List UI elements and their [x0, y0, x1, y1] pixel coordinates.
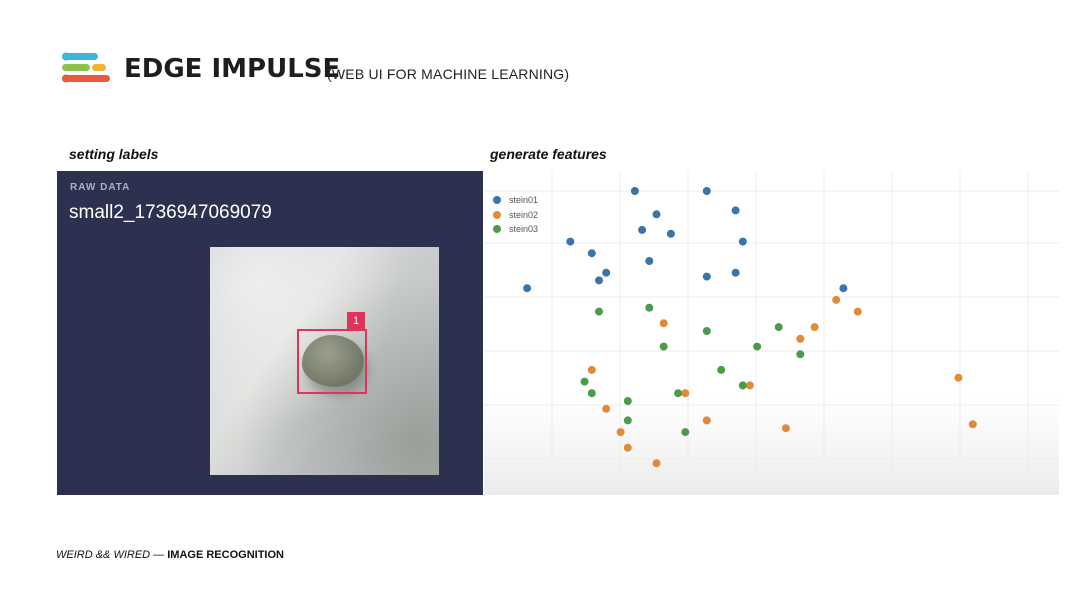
data-point-stein01[interactable] [566, 237, 575, 246]
data-point-stein01[interactable] [731, 268, 740, 277]
data-point-stein03[interactable] [645, 303, 654, 312]
data-point-stein03[interactable] [623, 416, 632, 425]
legend-item-stein03[interactable]: stein03 [493, 222, 538, 237]
data-point-stein01[interactable] [702, 272, 711, 281]
data-point-stein03[interactable] [659, 342, 668, 351]
data-point-stein01[interactable] [595, 276, 603, 285]
data-point-stein03[interactable] [738, 381, 747, 390]
legend-item-stein02[interactable]: stein02 [493, 208, 538, 223]
chart-legend: stein01 stein02 stein03 [493, 193, 538, 237]
page-subtitle: (WEB UI FOR MACHINE LEARNING) [327, 66, 570, 82]
data-point-stein01[interactable] [630, 187, 639, 195]
bounding-box[interactable] [297, 329, 367, 394]
data-point-stein02[interactable] [702, 416, 711, 425]
legend-label: stein02 [509, 209, 539, 220]
data-point-stein03[interactable] [623, 397, 632, 405]
generate-features-caption: generate features [490, 146, 607, 162]
legend-label: stein01 [509, 195, 539, 206]
data-point-stein03[interactable] [580, 377, 589, 386]
data-point-stein03[interactable] [595, 307, 603, 316]
data-point-stein01[interactable] [731, 206, 740, 215]
data-point-stein03[interactable] [717, 365, 726, 374]
data-point-stein03[interactable] [753, 342, 762, 351]
data-point-stein02[interactable] [745, 381, 754, 390]
data-point-stein03[interactable] [702, 327, 711, 335]
feature-explorer-chart: stein01 stein02 stein03 [484, 171, 1059, 495]
data-point-stein02[interactable] [652, 459, 661, 468]
raw-data-header: RAW DATA [70, 182, 131, 193]
sample-image: 1 [210, 247, 439, 475]
data-point-stein02[interactable] [616, 428, 625, 437]
data-point-stein01[interactable] [602, 268, 611, 277]
footer-section: IMAGE RECOGNITION [167, 549, 284, 561]
page-title: EDGE IMPULSE [124, 54, 341, 84]
legend-item-stein01[interactable]: stein01 [493, 193, 538, 208]
raw-data-panel: RAW DATA small2_1736947069079 1 [57, 171, 483, 495]
data-point-stein01[interactable] [638, 225, 647, 234]
data-point-stein01[interactable] [587, 249, 596, 258]
data-point-stein01[interactable] [523, 284, 532, 293]
data-point-stein02[interactable] [810, 323, 819, 332]
data-point-stein02[interactable] [602, 404, 611, 413]
legend-dot-icon [493, 196, 501, 205]
data-point-stein01[interactable] [645, 257, 654, 265]
legend-dot-icon [493, 225, 501, 234]
data-point-stein02[interactable] [587, 365, 596, 374]
data-point-stein01[interactable] [652, 210, 661, 219]
data-point-stein02[interactable] [659, 319, 668, 328]
data-point-stein01[interactable] [738, 237, 747, 246]
footer: WEIRD && WIRED — IMAGE RECOGNITION [56, 549, 284, 561]
data-point-stein02[interactable] [968, 420, 977, 429]
sample-filename: small2_1736947069079 [69, 202, 272, 223]
legend-dot-icon [493, 210, 501, 219]
data-point-stein02[interactable] [681, 389, 690, 398]
data-point-stein02[interactable] [853, 307, 862, 316]
data-point-stein03[interactable] [796, 350, 805, 359]
data-point-stein01[interactable] [702, 187, 711, 195]
data-point-stein02[interactable] [796, 334, 805, 343]
footer-brand: WEIRD && WIRED [56, 549, 151, 561]
data-point-stein03[interactable] [587, 389, 596, 398]
footer-separator: — [150, 549, 168, 561]
scatter-plot [484, 171, 1059, 495]
data-point-stein03[interactable] [674, 389, 683, 398]
data-point-stein03[interactable] [774, 323, 783, 332]
bounding-box-label[interactable]: 1 [347, 312, 365, 330]
edge-impulse-logo-icon [62, 52, 110, 83]
data-point-stein03[interactable] [681, 428, 690, 437]
data-point-stein02[interactable] [623, 443, 632, 452]
legend-label: stein03 [509, 224, 539, 235]
setting-labels-caption: setting labels [69, 146, 159, 162]
data-point-stein02[interactable] [832, 295, 841, 304]
data-point-stein02[interactable] [781, 424, 790, 433]
data-point-stein01[interactable] [839, 284, 848, 293]
data-point-stein01[interactable] [666, 229, 675, 238]
data-point-stein02[interactable] [954, 373, 963, 382]
